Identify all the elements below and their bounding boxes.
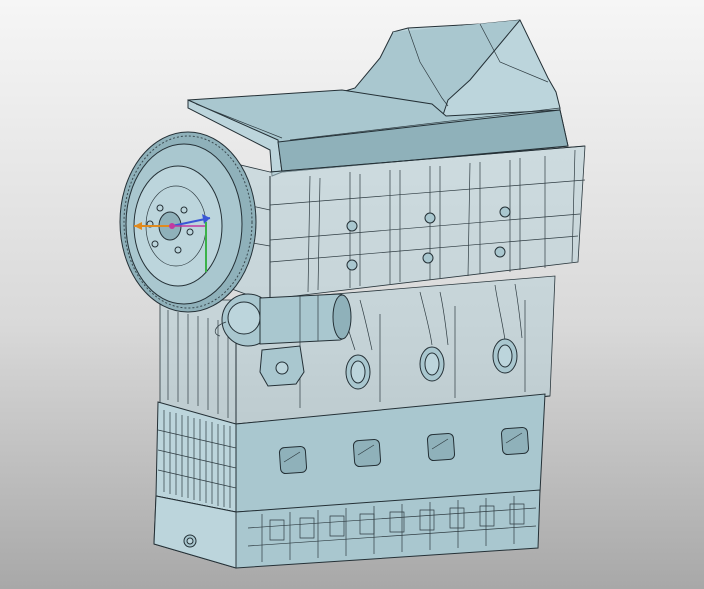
engine-model-render[interactable] xyxy=(0,0,704,589)
3d-viewport[interactable] xyxy=(0,0,704,589)
origin-point-icon xyxy=(169,223,175,229)
